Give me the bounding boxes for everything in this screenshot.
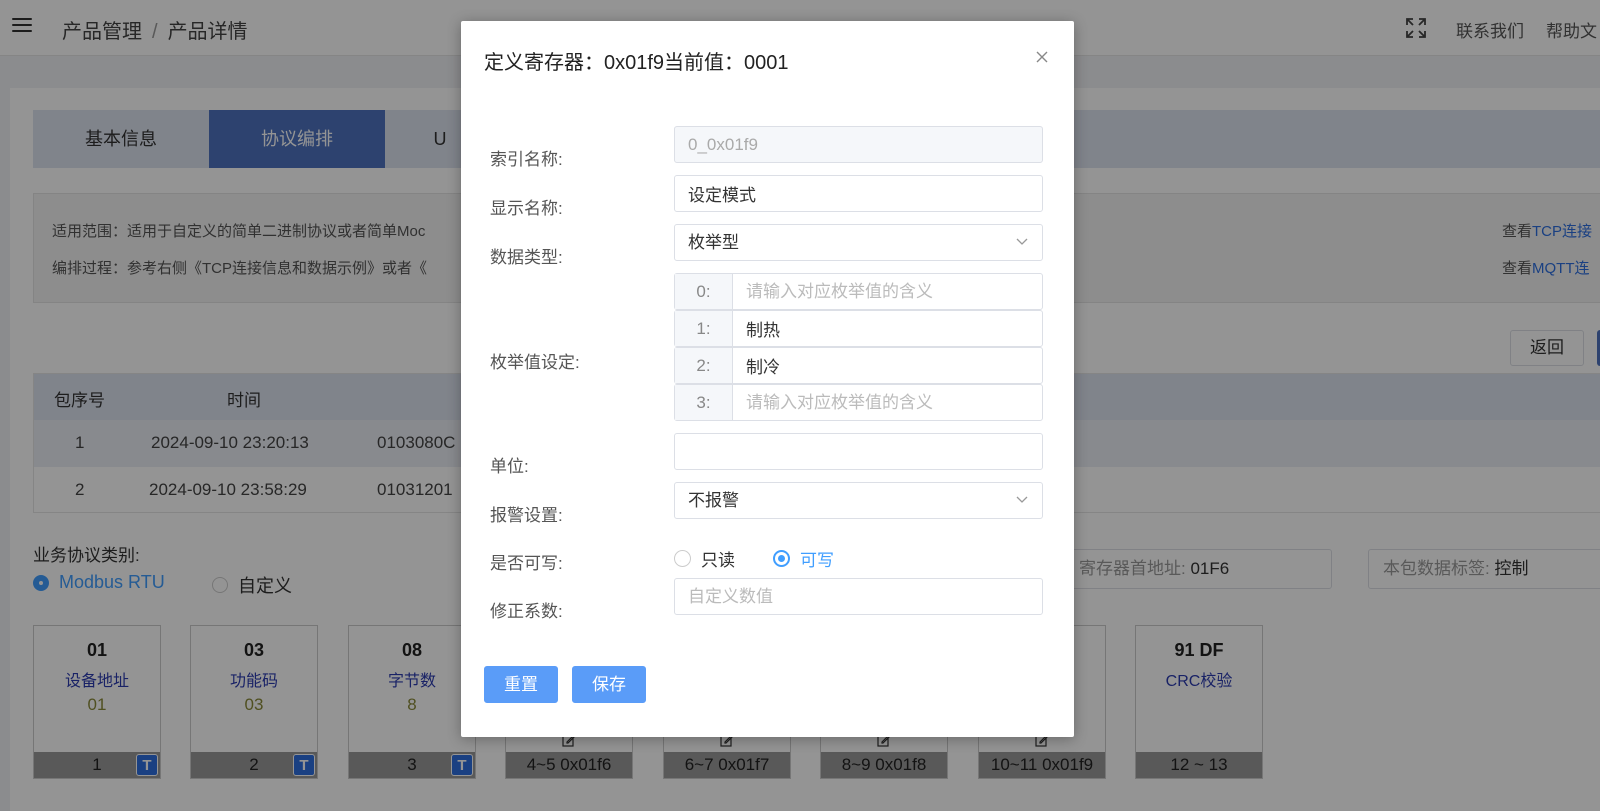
radio-read-only[interactable]: 只读 (674, 546, 735, 571)
enum-settings-label: 枚举值设定: (490, 353, 580, 372)
correction-factor-label: 修正系数: (490, 602, 563, 621)
enum-row-3: 3: (674, 384, 1043, 421)
data-type-label: 数据类型: (490, 248, 563, 267)
close-icon[interactable] (1034, 49, 1050, 65)
alarm-settings-select[interactable]: 不报警 (674, 482, 1043, 519)
index-name-input (674, 126, 1043, 163)
enum-row-2: 2: (674, 347, 1043, 384)
alarm-selected: 不报警 (688, 491, 739, 510)
enum-row-1: 1: (674, 310, 1043, 347)
index-name-label: 索引名称: (490, 150, 563, 169)
data-type-selected: 枚举型 (688, 233, 739, 252)
radio-writable[interactable]: 可写 (773, 546, 834, 571)
unit-label: 单位: (490, 457, 529, 476)
data-type-select[interactable]: 枚举型 (674, 224, 1043, 261)
define-register-dialog: 定义寄存器：0x01f9当前值：0001 索引名称: 显示名称: 数据类型: 枚… (461, 21, 1074, 737)
enum-value-input[interactable] (734, 274, 1040, 309)
chevron-down-icon (1016, 238, 1028, 245)
writable-label: 是否可写: (490, 554, 563, 573)
enum-key: 1: (675, 311, 733, 346)
enum-value-input[interactable] (734, 385, 1040, 420)
enum-value-input[interactable] (734, 348, 1040, 383)
enum-value-input[interactable] (734, 311, 1040, 346)
enum-row-0: 0: (674, 273, 1043, 310)
save-button[interactable]: 保存 (572, 666, 646, 703)
radio-dot[interactable] (674, 550, 691, 567)
enum-key: 0: (675, 274, 733, 309)
radio-label: 只读 (701, 551, 735, 570)
display-name-input[interactable] (674, 175, 1043, 212)
correction-factor-input[interactable] (674, 578, 1043, 615)
reset-button[interactable]: 重置 (484, 666, 558, 703)
display-name-label: 显示名称: (490, 199, 563, 218)
dialog-title: 定义寄存器：0x01f9当前值：0001 (484, 52, 789, 74)
alarm-settings-label: 报警设置: (490, 506, 563, 525)
radio-label: 可写 (800, 551, 834, 570)
enum-key: 3: (675, 385, 733, 420)
enum-key: 2: (675, 348, 733, 383)
unit-input[interactable] (674, 433, 1043, 470)
radio-dot[interactable] (773, 550, 790, 567)
chevron-down-icon (1016, 496, 1028, 503)
